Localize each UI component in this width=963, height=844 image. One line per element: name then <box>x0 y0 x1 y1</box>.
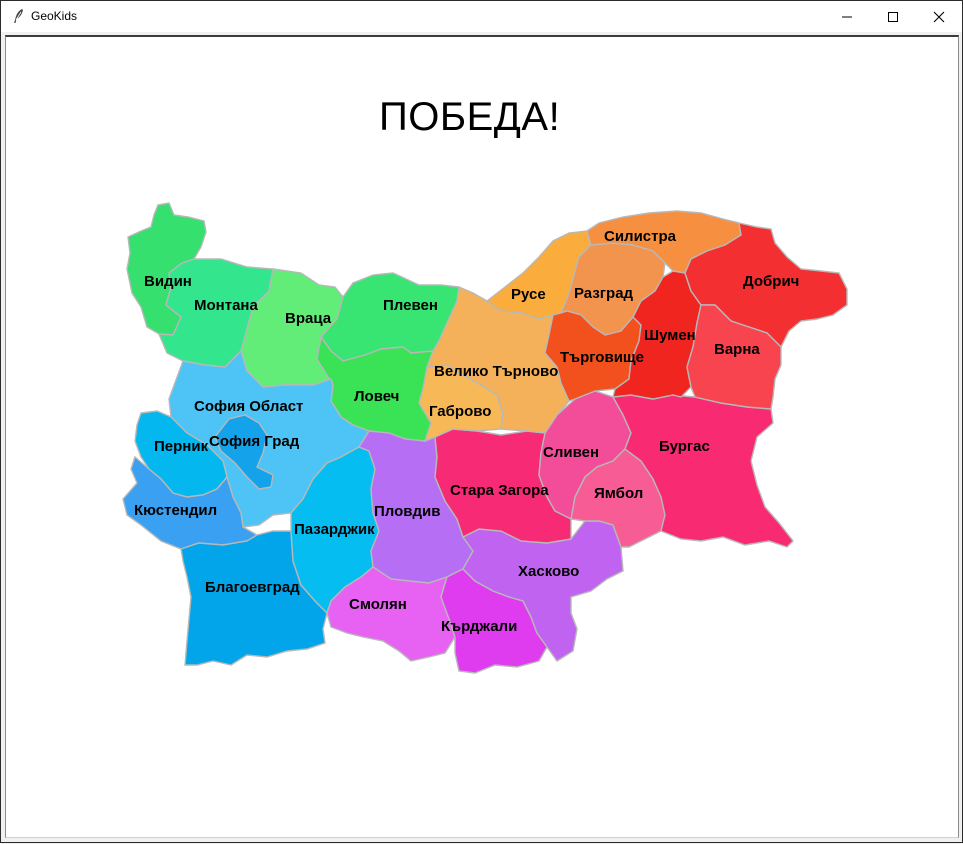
label-shumen: Шумен <box>644 327 696 344</box>
label-lovech: Ловеч <box>354 388 399 405</box>
label-varna: Варна <box>714 341 760 358</box>
label-sliven: Сливен <box>543 444 599 461</box>
label-pernik: Перник <box>154 438 209 455</box>
label-vratsa: Враца <box>285 310 332 327</box>
label-kyustendil: Кюстендил <box>134 502 217 519</box>
label-kardzhali: Кърджали <box>441 618 517 635</box>
label-stara-zagora: Стара Загора <box>450 482 549 499</box>
label-plovdiv: Пловдив <box>374 503 440 520</box>
label-vidin: Видин <box>144 273 192 290</box>
label-ruse: Русе <box>511 286 546 303</box>
label-dobrich: Добрич <box>743 273 799 290</box>
app-window: GeoKids Видин Монтана Враца Плевен Ловеч… <box>0 0 963 843</box>
label-sofia-grad: София Град <box>209 433 300 450</box>
label-veliko-tarnovo: Велико Търново <box>434 363 558 380</box>
label-targovishte: Търговище <box>560 349 644 366</box>
label-haskovo: Хасково <box>518 563 579 580</box>
label-razgrad: Разград <box>574 285 634 302</box>
label-burgas: Бургас <box>659 438 710 455</box>
label-silistra: Силистра <box>604 228 677 245</box>
label-yambol: Ямбол <box>594 485 643 502</box>
label-smolyan: Смолян <box>349 596 407 613</box>
label-sofia-oblast: София Област <box>194 398 303 415</box>
label-pleven: Плевен <box>383 297 438 314</box>
label-montana: Монтана <box>194 297 258 314</box>
label-blagoevgrad: Благоевград <box>205 579 300 596</box>
label-gabrovo: Габрово <box>429 403 491 420</box>
label-pazardzhik: Пазарджик <box>294 521 375 538</box>
victory-message: ПОБЕДА! <box>379 95 561 139</box>
